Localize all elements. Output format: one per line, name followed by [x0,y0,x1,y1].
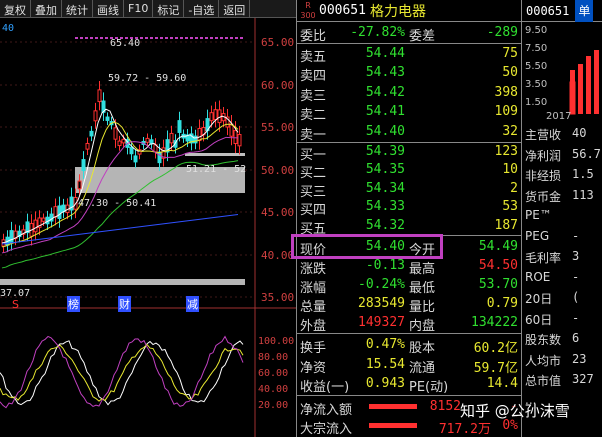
range-annotation-3: 47.30 - 50.41 [78,198,157,209]
rank-badge: R 300 [300,0,316,20]
indicator-tick: 100.00 [258,336,295,347]
price-tick: 35.00 [261,291,295,304]
price-tick: 40.00 [261,249,295,262]
overlay-button[interactable]: 叠加 [31,0,62,18]
s-marker[interactable]: S [12,298,19,311]
finance-axis-tick: 7.50 [525,43,548,54]
bid-row: 买三 54.34 2 [300,180,518,200]
finance-stock-code: 000651 [526,3,570,18]
finance-marker[interactable]: 财 [118,296,131,312]
quote-stat-row: 总量 283549 量比 0.79 [300,296,518,315]
range-band [185,153,245,156]
back-button[interactable]: 返回 [219,0,251,18]
finance-row: PEG - [525,228,580,243]
stock-code: 000651 [319,3,366,18]
price-tick: 45.00 [261,206,295,219]
fundamental-row: 换手 0.47% 股本 60.2亿 [300,337,518,356]
fundamental-row: 收益(一) 0.943 PE(动) 14.4 [300,376,518,395]
indicator-tick: 60.00 [258,368,289,379]
ask-row: 卖四 54.43 50 [300,65,518,85]
range-annotation-1: 59.72 - 59.60 [108,73,187,84]
chart-toolbar: 复权 叠加 统计 画线 F10 标记 -自选 返回 [0,0,296,18]
finance-row: ROE - [525,269,580,284]
indicator-tick: 40.00 [258,384,289,395]
finance-row: 货币金 113 [525,187,594,204]
quote-stat-row: 外盘 149327 内盘 134222 [300,315,518,334]
indicator-tick: 20.00 [258,400,289,411]
stock-name[interactable]: 格力电器 [370,1,426,21]
finance-row: 股东数 6 [525,331,580,347]
finance-row: 非经损 1.5 [525,167,594,183]
finance-row: 净利润 56.7 [525,146,601,163]
finance-axis-tick: 5.50 [525,61,548,72]
price-tick: 55.00 [261,121,295,134]
draw-line-button[interactable]: 画线 [93,0,124,18]
statistics-button[interactable]: 统计 [62,0,93,18]
finance-year: 2017 [546,111,572,122]
quote-panel: R 300 000651 格力电器 委比 -27.82% 委差 -289 卖五 54… [296,0,522,437]
bid-row: 买一 54.39 123 [300,144,518,163]
finance-panel: 000651 单 9.50 7.50 5.50 3.50 1.50 2017 主… [522,0,602,437]
list-marker[interactable]: 榜 [67,296,80,312]
finance-row: 毛利率 3 [525,249,580,265]
chart-top-left-label: 40 [2,23,15,34]
reduce-marker[interactable]: 减 [186,296,199,312]
support-band [0,279,245,285]
bid-row: 买二 54.35 10 [300,162,518,182]
quote-stat-row: 涨幅 -0.24% 最低 53.70 [300,277,518,296]
finance-axis-tick: 9.50 [525,25,548,36]
quote-header: R 300 000651 格力电器 [297,0,521,22]
finance-axis-tick: 1.50 [525,97,548,108]
current-price-highlight [291,234,443,259]
price-tick: 60.00 [261,79,295,92]
price-tick: 50.00 [261,164,295,177]
ask-row: 卖二 54.41 109 [300,104,518,124]
kline-chart[interactable]: 65.40 59.72 - 59.60 51.21 - 52 47.30 - 5… [0,18,296,437]
quote-stat-row: 涨跌 -0.13 最高 54.50 [300,258,518,277]
order-ratio-row: 委比 -27.82% 委差 -289 [300,25,518,44]
finance-row: 主营收 40 [525,126,587,142]
ask-row: 卖三 54.42 398 [300,84,518,104]
f10-button[interactable]: F10 [124,0,154,18]
ask-row: 卖五 54.44 75 [300,46,518,65]
bid-row: 买五 54.32 187 [300,217,518,237]
finance-row: PE™ [525,208,552,222]
fundamental-row: 净资 15.54 流通 59.7亿 [300,356,518,376]
finance-tab[interactable]: 单 [575,0,594,22]
restore-rights-button[interactable]: 复权 [0,0,31,18]
finance-row: 60日 - [525,310,580,327]
price-tick: 65.00 [261,36,295,49]
mark-button[interactable]: 标记 [153,0,185,18]
finance-row: 总市值 327 [525,372,594,388]
range-annotation-2: 51.21 - 52 [186,164,247,175]
watermark: 知乎 @公孙沫雪 [460,402,570,420]
high-annotation: 65.40 [110,38,141,49]
bid-row: 买四 54.33 53 [300,199,518,219]
ask-row: 卖一 54.40 32 [300,123,518,143]
finance-row: 人均市 23 [525,351,587,368]
finance-row: 20日( [525,290,580,306]
indicator-tick: 80.00 [258,352,289,363]
finance-axis-tick: 3.50 [525,79,548,90]
remove-watchlist-button[interactable]: -自选 [184,0,220,18]
